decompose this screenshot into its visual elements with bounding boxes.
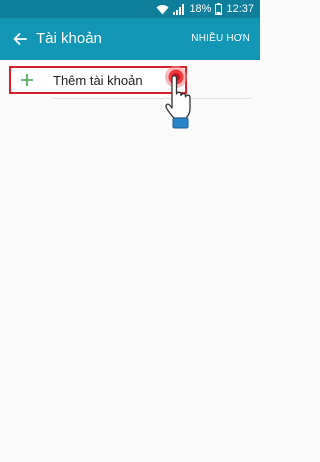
tap-hand-icon bbox=[165, 66, 191, 129]
page-title: Tài khoản bbox=[36, 30, 102, 47]
back-button[interactable] bbox=[8, 27, 32, 51]
app-bar: Tài khoản NHIỀU HƠN bbox=[0, 18, 260, 60]
more-button[interactable]: NHIỀU HƠN bbox=[191, 32, 250, 46]
add-account-label: Thêm tài khoản bbox=[53, 73, 143, 88]
arrow-left-icon bbox=[13, 33, 27, 45]
plus-icon bbox=[21, 74, 33, 86]
status-time: 12:37 bbox=[226, 3, 254, 15]
battery-percent: 18% bbox=[189, 3, 212, 15]
list-divider bbox=[52, 98, 252, 99]
battery-icon bbox=[215, 3, 223, 15]
status-icons: 18% 12:37 bbox=[156, 2, 254, 16]
accounts-list: Thêm tài khoản bbox=[0, 60, 260, 462]
status-bar: 18% 12:37 bbox=[0, 0, 260, 18]
wifi-icon bbox=[156, 4, 169, 14]
signal-icon bbox=[173, 3, 185, 15]
